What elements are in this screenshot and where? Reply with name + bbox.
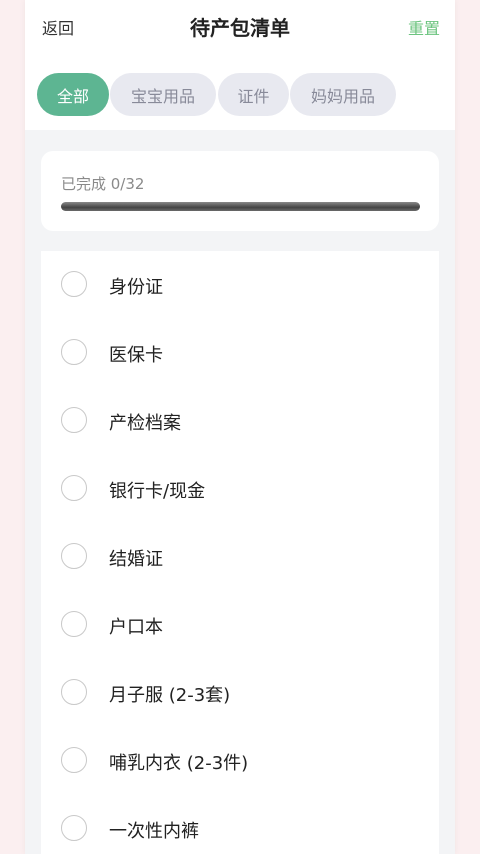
item-label: 户口本 — [109, 617, 163, 638]
checkbox-circle-icon[interactable] — [61, 475, 87, 501]
progress-card: 已完成 0/32 — [41, 151, 439, 231]
checkbox-circle-icon[interactable] — [61, 747, 87, 773]
item-label: 产检档案 — [109, 413, 181, 434]
checkbox-circle-icon[interactable] — [61, 679, 87, 705]
reset-button[interactable]: 重置 — [408, 15, 440, 39]
list-item[interactable]: 一次性内裤 — [41, 795, 439, 854]
checkbox-circle-icon[interactable] — [61, 543, 87, 569]
checkbox-circle-icon[interactable] — [61, 611, 87, 637]
checkbox-circle-icon[interactable] — [61, 339, 87, 365]
list-item[interactable]: 医保卡 — [41, 319, 439, 387]
progress-label: 已完成 0/32 — [61, 175, 145, 193]
list-item[interactable]: 哺乳内衣 (2-3件) — [41, 727, 439, 795]
category-tabs: 全部 宝宝用品 证件 妈妈用品 — [25, 52, 455, 130]
tab-mom-items[interactable]: 妈妈用品 — [290, 73, 396, 116]
item-label: 医保卡 — [109, 345, 163, 366]
checkbox-circle-icon[interactable] — [61, 271, 87, 297]
checkbox-circle-icon[interactable] — [61, 407, 87, 433]
list-item[interactable]: 产检档案 — [41, 387, 439, 455]
tab-baby-items[interactable]: 宝宝用品 — [110, 73, 216, 116]
list-item[interactable]: 结婚证 — [41, 523, 439, 591]
checkbox-circle-icon[interactable] — [61, 815, 87, 841]
item-label: 哺乳内衣 (2-3件) — [109, 753, 249, 774]
list-item[interactable]: 身份证 — [41, 251, 439, 319]
page-title: 待产包清单 — [190, 16, 290, 40]
item-label: 一次性内裤 — [109, 821, 199, 842]
item-label: 身份证 — [109, 277, 163, 298]
app-screen: 返回 待产包清单 重置 全部 宝宝用品 证件 妈妈用品 已完成 0/32 身份证… — [25, 0, 455, 854]
item-label: 银行卡/现金 — [109, 481, 206, 502]
progress-bar — [61, 202, 420, 211]
list-item[interactable]: 月子服 (2-3套) — [41, 659, 439, 727]
item-label: 月子服 (2-3套) — [109, 685, 231, 706]
list-item[interactable]: 银行卡/现金 — [41, 455, 439, 523]
tab-all[interactable]: 全部 — [37, 73, 109, 116]
list-item[interactable]: 户口本 — [41, 591, 439, 659]
item-label: 结婚证 — [109, 549, 163, 570]
top-bar: 返回 待产包清单 重置 — [25, 0, 455, 52]
checklist: 身份证 医保卡 产检档案 银行卡/现金 结婚证 户口本 月子服 (2-3套) 哺… — [41, 251, 439, 854]
tab-documents[interactable]: 证件 — [218, 73, 289, 116]
